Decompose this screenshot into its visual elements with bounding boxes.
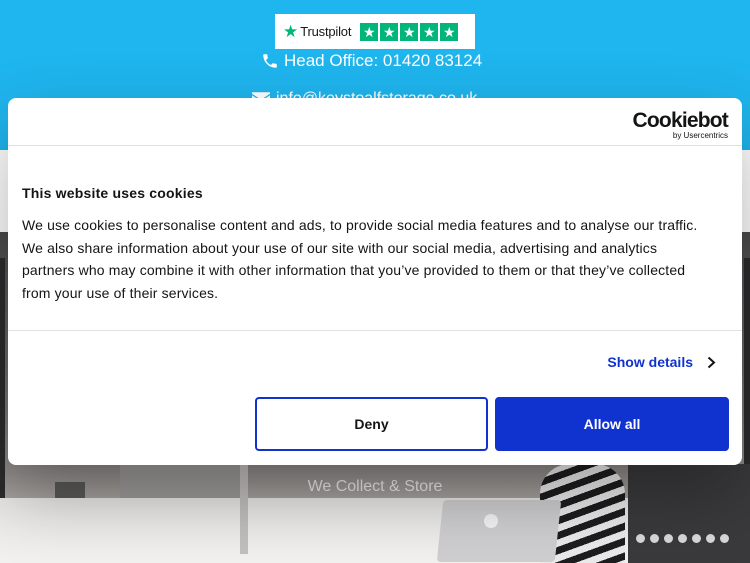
cookie-consent-dialog: Cookiebot by Usercentrics This website u… — [8, 98, 742, 465]
cookie-text-line: We also share information about your use… — [22, 239, 658, 256]
cookiebot-logo-sub: by Usercentrics — [672, 131, 728, 140]
hero-laptop — [436, 500, 562, 562]
cookie-text-line: We use cookies to personalise content an… — [22, 217, 698, 233]
trustpilot-rating-stars: ★ ★ ★ ★ ★ — [360, 22, 459, 41]
trustpilot-badge[interactable]: ★ Trustpilot ★ ★ ★ ★ ★ — [275, 14, 475, 49]
cookie-text-line: from your use of their services. — [22, 284, 219, 301]
cookie-text-line: partners who may combine it with other i… — [22, 262, 686, 279]
hero-caption: We Collect & Store — [307, 478, 443, 495]
cookie-dialog-header: Cookiebot by Usercentrics — [8, 98, 742, 146]
head-office-phone-link[interactable]: Head Office: 01420 83124 — [261, 50, 482, 72]
apple-logo-icon — [484, 514, 498, 528]
trustpilot-star-icon: ★ — [283, 22, 299, 41]
cookiebot-logo-main: Cookiebot — [632, 109, 729, 132]
show-details-link[interactable]: Show details — [607, 354, 716, 370]
phone-icon — [263, 54, 277, 68]
chevron-right-icon — [707, 356, 716, 368]
rating-star-icon: ★ — [420, 22, 439, 41]
rating-star-icon: ★ — [400, 22, 419, 41]
cookiebot-logo: Cookiebot by Usercentrics — [632, 109, 729, 140]
allow-all-button[interactable]: Allow all — [495, 397, 729, 451]
rating-star-icon: ★ — [360, 22, 379, 41]
cookie-dialog-divider — [8, 330, 742, 331]
show-details-label: Show details — [607, 354, 693, 370]
deny-button[interactable]: Deny — [255, 397, 488, 451]
cookie-dialog-body: This website uses cookies We use cookies… — [22, 184, 728, 304]
rating-star-icon: ★ — [380, 22, 399, 41]
head-office-text: Head Office: 01420 83124 — [284, 51, 483, 70]
rating-star-icon: ★ — [440, 22, 459, 41]
cookie-dialog-text: We use cookies to personalise content an… — [22, 214, 728, 304]
cookie-dialog-title: This website uses cookies — [22, 185, 203, 201]
hero-oven-knobs — [636, 534, 729, 543]
trustpilot-wordmark: Trustpilot — [300, 24, 352, 39]
